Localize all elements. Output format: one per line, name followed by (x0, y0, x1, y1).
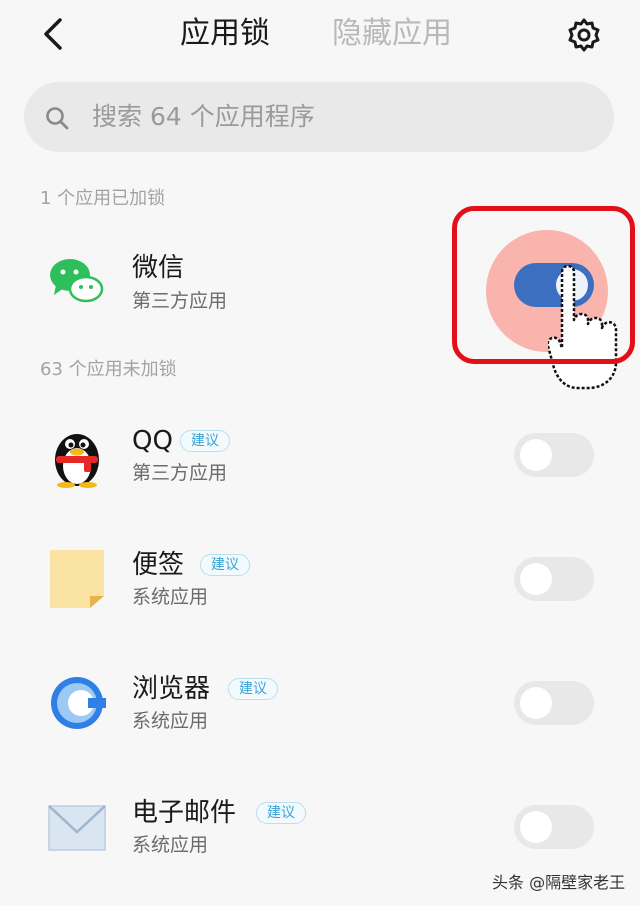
tab-hidden-apps[interactable]: 隐藏应用 (332, 14, 452, 54)
toggle-knob (520, 439, 552, 471)
list-item-browser[interactable]: 浏览器 建议 系统应用 (0, 648, 640, 758)
notes-lock-toggle[interactable] (514, 557, 594, 601)
list-item-email[interactable]: 电子邮件 建议 系统应用 (0, 772, 640, 882)
locked-section-label: 1 个应用已加锁 (40, 188, 166, 209)
app-type: 系统应用 (132, 834, 209, 856)
suggest-badge: 建议 (256, 802, 306, 824)
unlocked-section-label: 63 个应用未加锁 (40, 359, 177, 380)
list-item-notes[interactable]: 便签 建议 系统应用 (0, 524, 640, 634)
search-bar[interactable]: 搜索 64 个应用程序 (24, 82, 614, 152)
app-name: 微信 (132, 253, 185, 283)
highlight-box (452, 206, 635, 364)
qq-penguin-icon (55, 434, 99, 488)
app-type: 系统应用 (132, 710, 209, 732)
app-name: QQ (132, 426, 173, 456)
wechat-icon (50, 259, 104, 303)
app-name: 电子邮件 (132, 798, 237, 828)
toggle-knob (520, 687, 552, 719)
suggest-badge: 建议 (200, 554, 250, 576)
back-arrow-icon[interactable] (38, 14, 74, 54)
suggest-badge: 建议 (228, 678, 278, 700)
toggle-knob (520, 563, 552, 595)
tab-app-lock[interactable]: 应用锁 (180, 14, 270, 54)
qq-lock-toggle[interactable] (514, 433, 594, 477)
app-type: 系统应用 (132, 586, 209, 608)
browser-icon (51, 677, 106, 729)
app-name: 浏览器 (132, 674, 211, 704)
watermark: 头条 @隔壁家老王 (492, 873, 626, 892)
toggle-knob (520, 811, 552, 843)
email-lock-toggle[interactable] (514, 805, 594, 849)
header-bar: 应用锁 隐藏应用 (0, 0, 640, 70)
search-icon (46, 107, 69, 130)
app-name: 便签 (132, 550, 185, 580)
gear-icon[interactable] (564, 15, 604, 55)
email-icon (48, 805, 106, 851)
browser-lock-toggle[interactable] (514, 681, 594, 725)
suggest-badge: 建议 (180, 430, 230, 452)
app-type: 第三方应用 (132, 290, 228, 312)
notes-icon (50, 550, 104, 608)
app-type: 第三方应用 (132, 462, 228, 484)
search-input[interactable]: 搜索 64 个应用程序 (92, 97, 315, 137)
list-item-qq[interactable]: QQ 建议 第三方应用 (0, 400, 640, 510)
